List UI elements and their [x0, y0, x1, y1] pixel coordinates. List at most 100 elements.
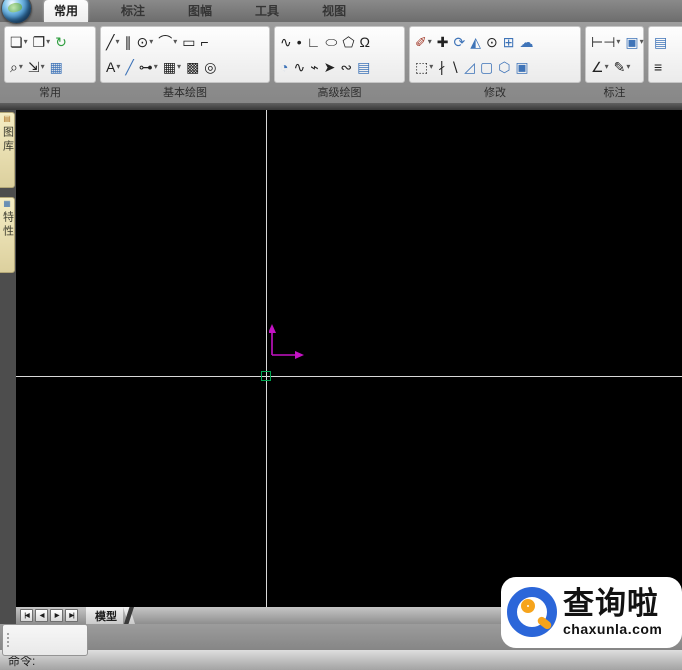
arc-icon: ⌒	[158, 33, 173, 50]
side-tab-library[interactable]: ▤ 图库	[0, 112, 15, 188]
title-tab-bar: 常用 标注 图幅 工具 视图	[0, 0, 682, 24]
spline-button[interactable]: ∿	[278, 30, 294, 54]
line-button[interactable]: ╱ ▾	[104, 30, 121, 54]
block-icon: ▩	[186, 59, 200, 76]
wave-line-button[interactable]: ∿	[291, 55, 307, 79]
command-bar[interactable]: 命令:	[0, 650, 682, 670]
pan-view-dropdown-caret-icon[interactable]: ▾	[41, 63, 45, 71]
circular-array-button[interactable]: ⊙	[484, 30, 500, 54]
erase-dropdown-caret-icon[interactable]: ▾	[428, 37, 432, 46]
ribbon-group-label: 常用	[39, 87, 61, 99]
arc-button[interactable]: ⌒ ▾	[156, 30, 179, 54]
ribbon: ❏ ▾ ❐ ▾ ↻ ⌕ ▾ ⇲ ▾ ▦ 常用 ╱ ▾ ∥ ⊙ ▾ ⌒ ▾ ▭ ⌐ A ▾ ╱ ⊶ ▾ ▦ ▾ ▩ ◎ 基本绘图 ∿ • ∟ ⬭ ⬠ Ω…	[0, 22, 682, 103]
last-sheet-button[interactable]: ▶|	[65, 609, 78, 622]
select-dropdown-caret-icon[interactable]: ▾	[429, 63, 433, 71]
angle-line-button[interactable]: ∟	[305, 30, 323, 54]
first-sheet-button[interactable]: |◀	[20, 609, 33, 622]
model-tab[interactable]: 模型	[86, 607, 135, 624]
polyline-button[interactable]: ⌐	[198, 30, 210, 54]
paste-dropdown-caret-icon[interactable]: ▾	[24, 37, 28, 46]
properties-icon: ▦	[3, 199, 11, 208]
prev-sheet-button[interactable]: ◀	[35, 609, 48, 622]
dim-coordinate-button[interactable]: ∠ ▾	[589, 55, 611, 79]
dim-coordinate-dropdown-caret-icon[interactable]: ▾	[605, 63, 609, 71]
arrow-button[interactable]: ➤	[322, 55, 338, 79]
zoom-dropdown-caret-icon[interactable]: ▾	[19, 63, 23, 71]
main-area: ▤ 图库 ▦ 特性 |◀ ◀ ▶ ▶| 模型	[0, 110, 682, 624]
point-button[interactable]: •	[295, 30, 304, 54]
ucs-axis-icon	[269, 324, 304, 359]
block-button[interactable]: ▩	[184, 55, 201, 79]
display-mode-button[interactable]: ▦	[48, 55, 65, 79]
detail-view-dropdown-caret-icon[interactable]: ▾	[154, 63, 158, 71]
formula-curve-icon: Ω	[359, 33, 370, 50]
line-width-button[interactable]: ≡	[652, 55, 664, 79]
text-button[interactable]: A ▾	[104, 55, 122, 79]
refresh-button[interactable]: ↻	[53, 30, 69, 54]
ellipse-button[interactable]: ⬭	[323, 30, 339, 54]
tab-view[interactable]: 视图	[312, 0, 356, 22]
stamp-button[interactable]: ☁	[517, 30, 535, 54]
move-button[interactable]: ✚	[435, 30, 451, 54]
pan-view-button[interactable]: ⇲ ▾	[26, 55, 47, 79]
detail-view-button[interactable]: ⊶ ▾	[137, 55, 160, 79]
dim-linear-button[interactable]: ⊢⊣ ▾	[589, 30, 622, 54]
circle-dropdown-caret-icon[interactable]: ▾	[149, 37, 153, 46]
pick-box	[261, 371, 271, 381]
symbol-button[interactable]: ◎	[202, 55, 218, 79]
zoom-button[interactable]: ⌕ ▾	[8, 55, 25, 79]
dim-style-dropdown-caret-icon[interactable]: ▾	[640, 37, 644, 46]
tab-annotation[interactable]: 标注	[111, 0, 155, 22]
properties-list-button[interactable]: ▤	[652, 30, 669, 54]
rotate-button[interactable]: ⟳	[451, 30, 467, 54]
break-at-point-button[interactable]: ∤	[436, 55, 447, 79]
collapsed-command-panel[interactable]	[2, 624, 88, 656]
parallel-button[interactable]: ∥	[122, 30, 133, 54]
side-tab-properties[interactable]: ▦ 特性	[0, 197, 15, 273]
tab-tools[interactable]: 工具	[245, 0, 289, 22]
move-icon: ✚	[436, 33, 449, 50]
jagged-line-button[interactable]: ⌁	[308, 55, 320, 79]
section-button[interactable]: ◔	[278, 55, 290, 79]
dim-linear-dropdown-caret-icon[interactable]: ▾	[616, 37, 620, 46]
drag-grip-icon[interactable]	[3, 625, 12, 655]
dim-edit-button[interactable]: ✎ ▾	[612, 55, 633, 79]
solid-view-button[interactable]: ⬡	[496, 55, 512, 79]
hatch-button[interactable]: ╱	[123, 55, 135, 79]
tab-home[interactable]: 常用	[44, 0, 89, 22]
ribbon-tabs: 常用 标注 图幅 工具 视图	[44, 0, 356, 22]
tab-sheet[interactable]: 图幅	[178, 0, 222, 22]
circle-button[interactable]: ⊙ ▾	[134, 30, 155, 54]
gear-button[interactable]: ▤	[355, 55, 372, 79]
ellipse-icon: ⬭	[325, 33, 338, 50]
text-dropdown-caret-icon[interactable]: ▾	[116, 63, 120, 71]
dim-style-button[interactable]: ▣ ▾	[623, 30, 645, 54]
formula-curve-button[interactable]: Ω	[358, 30, 372, 54]
next-sheet-button[interactable]: ▶	[50, 609, 63, 622]
mirror-button[interactable]: ◭	[468, 30, 483, 54]
ribbon-group-label: 高级绘图	[317, 87, 362, 99]
offset-button[interactable]: ▣	[513, 55, 530, 79]
circular-array-icon: ⊙	[486, 33, 498, 50]
polygon-button[interactable]: ⬠	[340, 30, 356, 54]
copy-dropdown-caret-icon[interactable]: ▾	[46, 37, 50, 46]
rect-array-button[interactable]: ⊞	[501, 30, 517, 54]
polyline-icon: ⌐	[200, 33, 209, 50]
line-dropdown-caret-icon[interactable]: ▾	[115, 37, 119, 46]
cloud-line-button[interactable]: ∾	[338, 55, 354, 79]
rectangle-button[interactable]: ▭	[180, 30, 197, 54]
dim-edit-dropdown-caret-icon[interactable]: ▾	[626, 63, 630, 71]
select-button[interactable]: ⬚ ▾	[413, 55, 435, 79]
arc-dropdown-caret-icon[interactable]: ▾	[173, 37, 177, 46]
app-logo-icon[interactable]	[1, 0, 32, 24]
fillet-button[interactable]: ▢	[478, 55, 495, 79]
copy-button[interactable]: ❐ ▾	[31, 30, 53, 54]
table-dropdown-caret-icon[interactable]: ▾	[177, 63, 181, 71]
drawing-canvas[interactable]	[16, 110, 682, 607]
paste-button[interactable]: ❏ ▾	[8, 30, 30, 54]
erase-button[interactable]: ✐ ▾	[413, 30, 434, 54]
table-button[interactable]: ▦ ▾	[161, 55, 183, 79]
chamfer-button[interactable]: ◿	[462, 55, 477, 79]
trim-button[interactable]: ∖	[448, 55, 461, 79]
pan-view-icon: ⇲	[27, 59, 40, 76]
